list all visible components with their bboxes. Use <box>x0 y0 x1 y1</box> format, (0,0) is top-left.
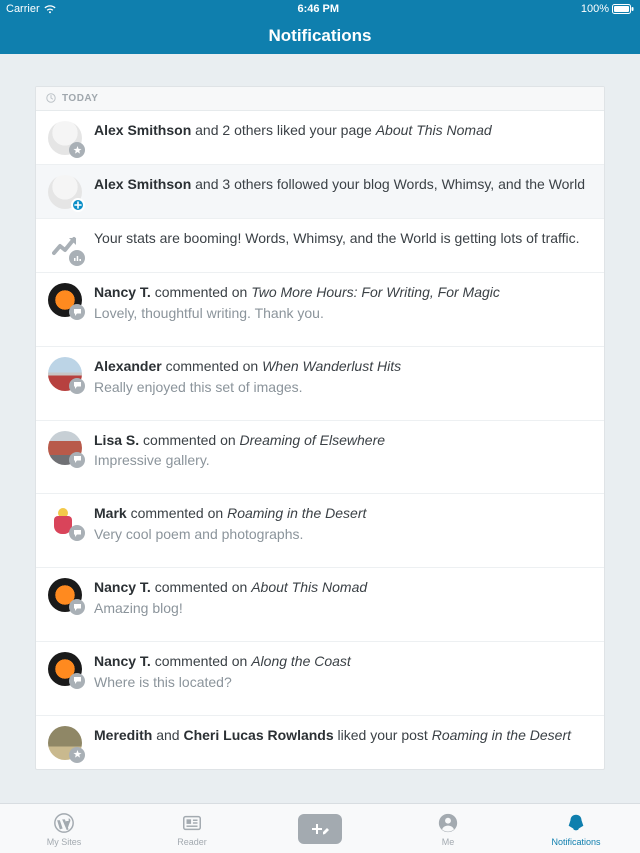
avatar <box>48 652 82 686</box>
avatar <box>48 504 82 538</box>
follow-icon <box>71 198 85 212</box>
tab-bar: My Sites Reader Me Notifications <box>0 803 640 853</box>
notification-row[interactable]: Lisa S. commented on Dreaming of Elsewhe… <box>36 421 604 495</box>
section-header-label: TODAY <box>62 93 98 104</box>
notification-row[interactable]: Alex Smithson and 3 others followed your… <box>36 165 604 219</box>
comment-preview: Lovely, thoughtful writing. Thank you. <box>94 304 592 323</box>
notification-text: Nancy T. commented on Along the Coast Wh… <box>94 652 592 706</box>
reader-icon <box>181 811 203 835</box>
comment-preview: Very cool poem and photographs. <box>94 525 592 544</box>
carrier-label: Carrier <box>6 3 40 15</box>
notification-panel: TODAY Alex Smithson and 2 others liked y… <box>35 86 605 770</box>
tab-new-post[interactable] <box>256 804 384 853</box>
status-bar: Carrier 6:46 PM 100% <box>0 0 640 18</box>
notification-text: Your stats are booming! Words, Whimsy, a… <box>94 229 592 263</box>
wifi-icon <box>44 5 56 14</box>
comment-icon <box>69 525 85 541</box>
avatar <box>48 726 82 760</box>
avatar <box>48 175 82 209</box>
notification-text: Alex Smithson and 3 others followed your… <box>94 175 592 209</box>
comment-icon <box>69 599 85 615</box>
avatar <box>48 578 82 612</box>
tab-notifications[interactable]: Notifications <box>512 804 640 853</box>
notification-row[interactable]: Nancy T. commented on About This Nomad A… <box>36 568 604 642</box>
page-title: Notifications <box>269 26 372 46</box>
wordpress-icon <box>53 811 75 835</box>
notification-row[interactable]: Your stats are booming! Words, Whimsy, a… <box>36 219 604 273</box>
comment-preview: Amazing blog! <box>94 599 592 618</box>
comment-icon <box>69 673 85 689</box>
clock-icon <box>46 90 56 108</box>
comment-icon <box>69 304 85 320</box>
section-header-today: TODAY <box>36 87 604 111</box>
notification-text: Mark commented on Roaming in the Desert … <box>94 504 592 558</box>
tab-label: Notifications <box>551 837 600 847</box>
avatar <box>48 357 82 391</box>
person-icon <box>437 811 459 835</box>
comment-preview: Impressive gallery. <box>94 451 592 470</box>
battery-icon <box>612 4 634 14</box>
tab-me[interactable]: Me <box>384 804 512 853</box>
compose-icon <box>298 814 342 844</box>
star-icon <box>69 747 85 763</box>
tab-my-sites[interactable]: My Sites <box>0 804 128 853</box>
tab-label: My Sites <box>47 837 82 847</box>
notification-text: Lisa S. commented on Dreaming of Elsewhe… <box>94 431 592 485</box>
notification-row[interactable]: Nancy T. commented on Along the Coast Wh… <box>36 642 604 716</box>
notification-row[interactable]: Alexander commented on When Wanderlust H… <box>36 347 604 421</box>
notification-text: Alex Smithson and 2 others liked your pa… <box>94 121 592 155</box>
clock-label: 6:46 PM <box>56 3 581 15</box>
notification-text: Nancy T. commented on Two More Hours: Fo… <box>94 283 592 337</box>
avatar <box>48 229 82 263</box>
comment-icon <box>69 452 85 468</box>
battery-label: 100% <box>581 3 609 15</box>
notification-text: Meredith and Cheri Lucas Rowlands liked … <box>94 726 592 760</box>
bell-icon <box>565 811 587 835</box>
notification-row[interactable]: Nancy T. commented on Two More Hours: Fo… <box>36 273 604 347</box>
tab-label: Reader <box>177 837 207 847</box>
star-icon <box>69 142 85 158</box>
notification-row[interactable]: Meredith and Cheri Lucas Rowlands liked … <box>36 716 604 769</box>
notification-row[interactable]: Alex Smithson and 2 others liked your pa… <box>36 111 604 165</box>
notification-list-container: TODAY Alex Smithson and 2 others liked y… <box>0 54 640 803</box>
tab-label: Me <box>442 837 455 847</box>
notification-row[interactable]: Mark commented on Roaming in the Desert … <box>36 494 604 568</box>
avatar <box>48 283 82 317</box>
avatar <box>48 121 82 155</box>
notification-text: Alexander commented on When Wanderlust H… <box>94 357 592 411</box>
notification-text: Nancy T. commented on About This Nomad A… <box>94 578 592 632</box>
nav-bar: Notifications <box>0 18 640 54</box>
comment-preview: Really enjoyed this set of images. <box>94 378 592 397</box>
tab-reader[interactable]: Reader <box>128 804 256 853</box>
comment-icon <box>69 378 85 394</box>
stats-icon <box>69 250 85 266</box>
comment-preview: Where is this located? <box>94 673 592 692</box>
avatar <box>48 431 82 465</box>
